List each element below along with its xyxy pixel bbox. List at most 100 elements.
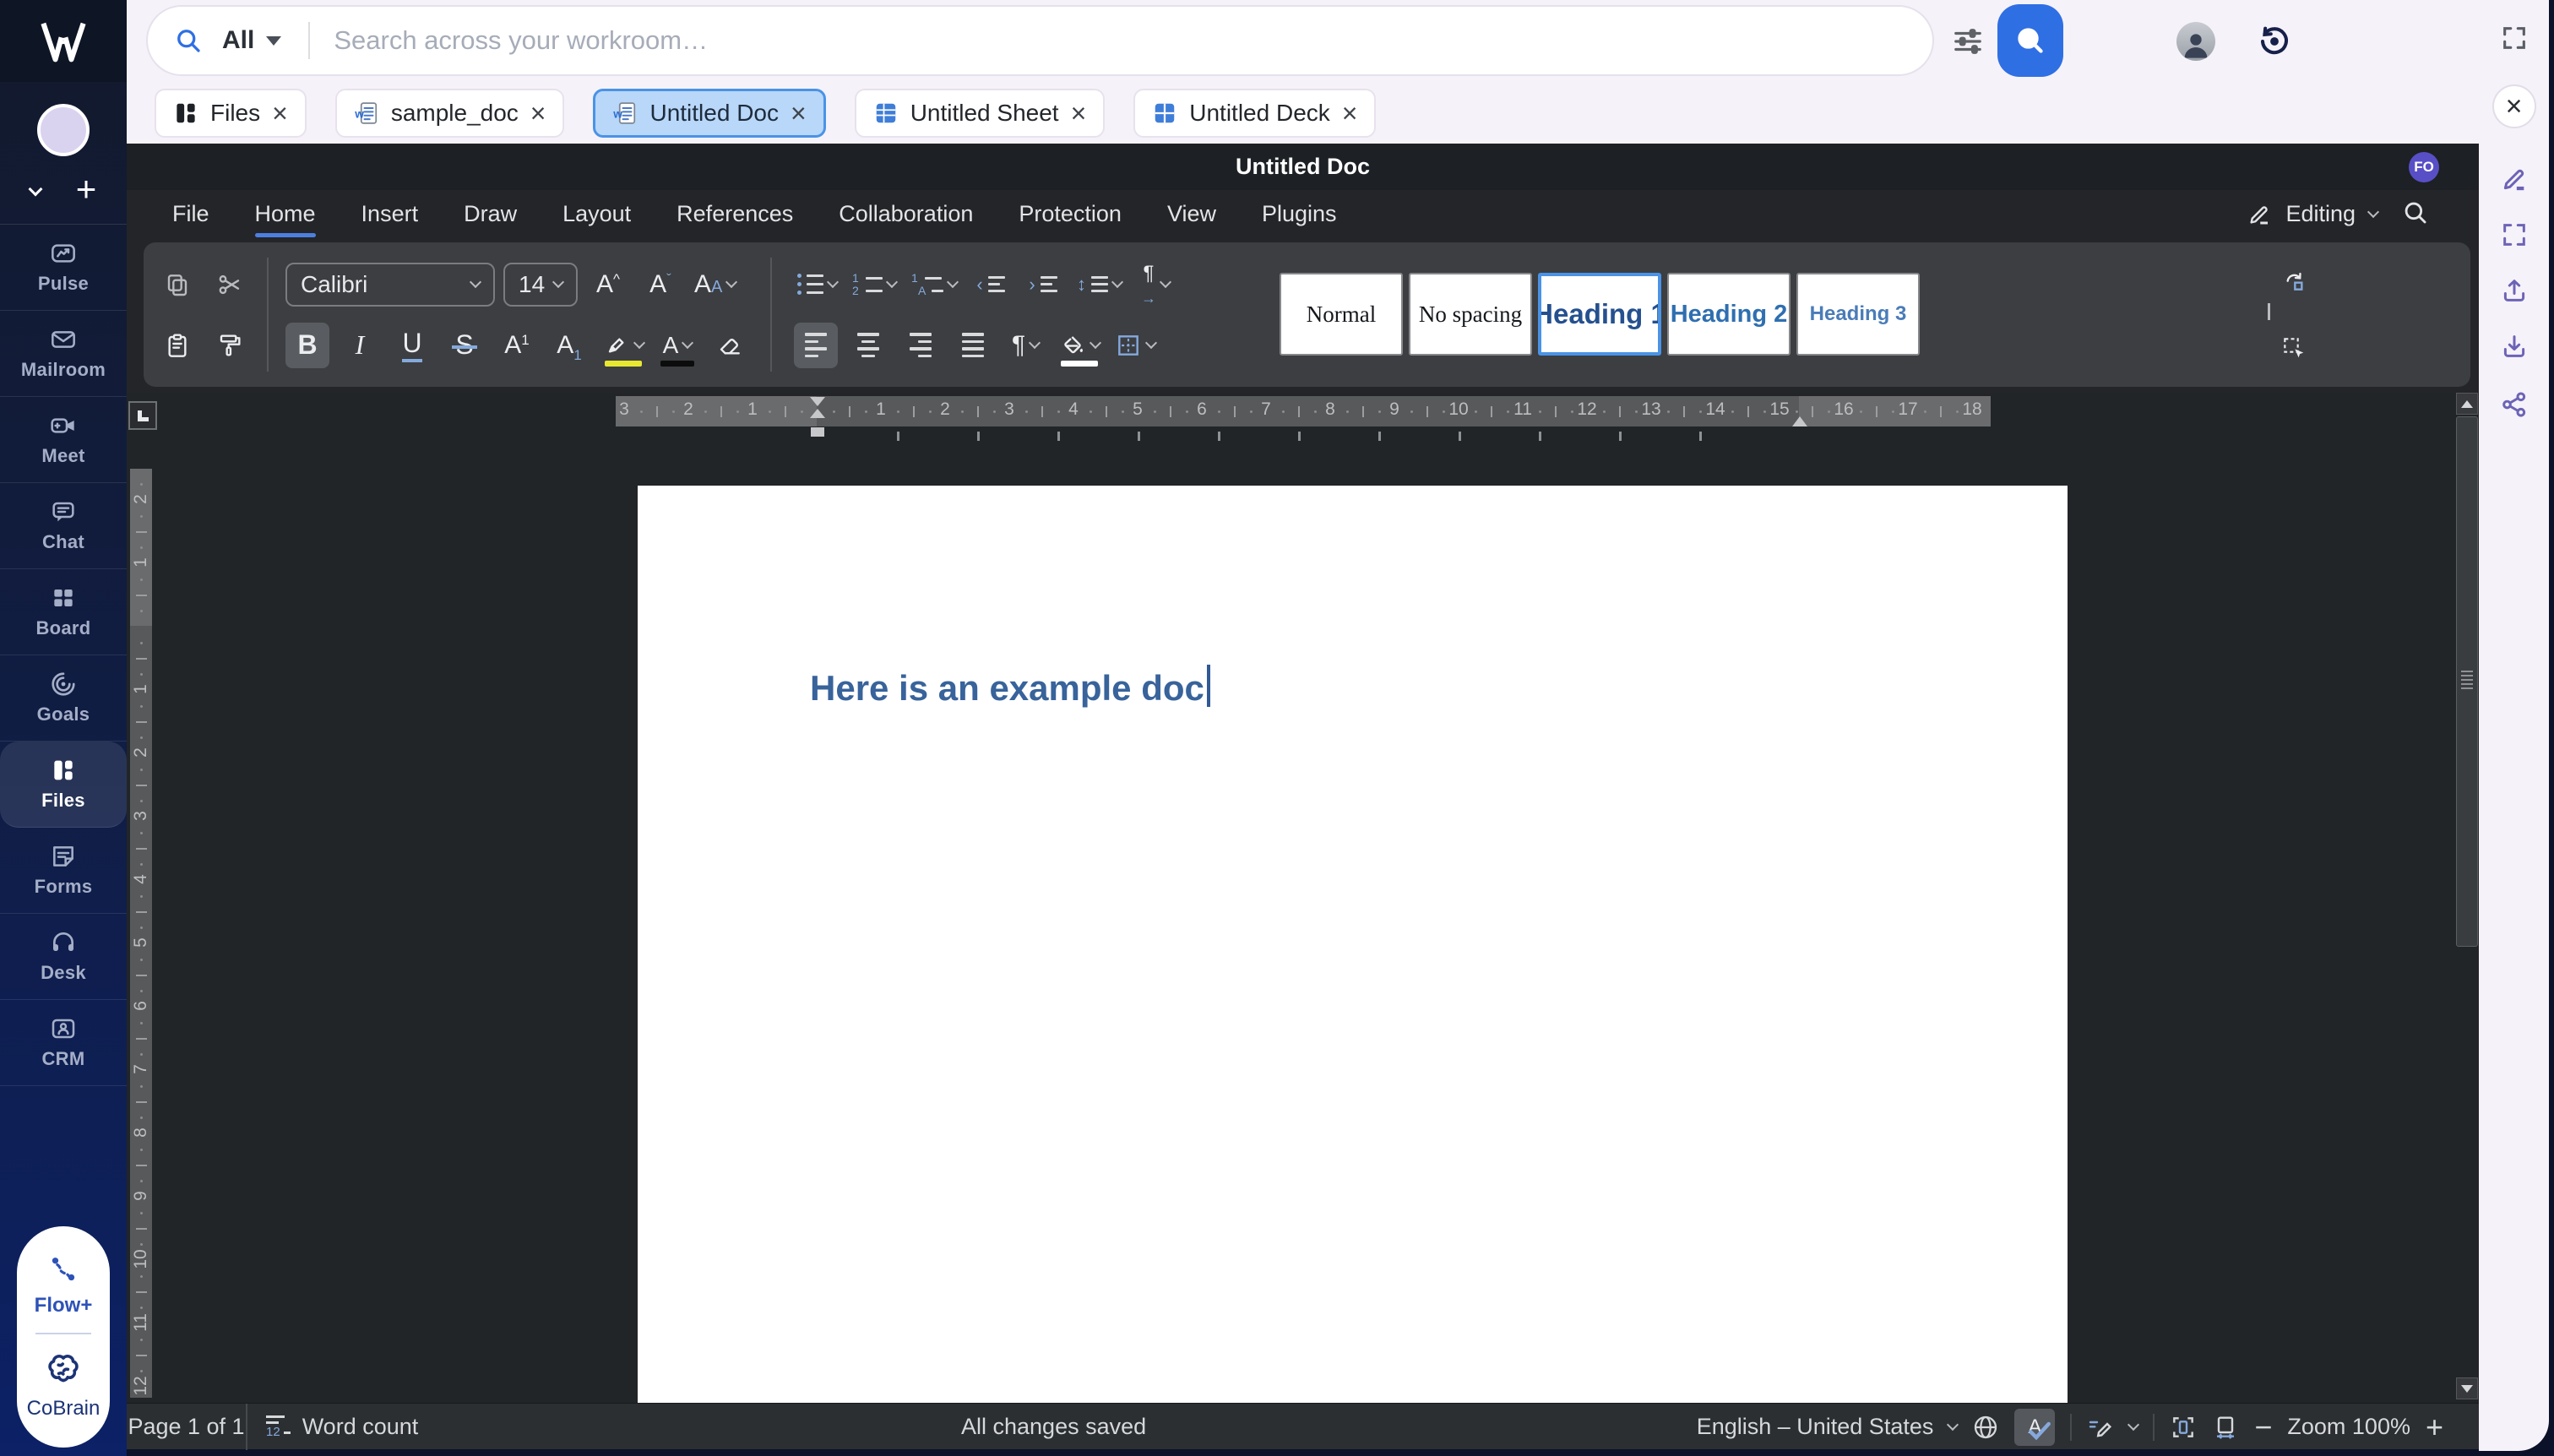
sidebar-item-meet[interactable]: Meet bbox=[0, 397, 127, 483]
fit-width-icon[interactable] bbox=[2212, 1414, 2239, 1441]
italic-button[interactable]: I bbox=[338, 323, 382, 368]
style-card-heading-1[interactable]: Heading 1 bbox=[1538, 273, 1661, 356]
tab-stop-selector[interactable] bbox=[128, 401, 157, 430]
increase-indent-button[interactable]: › bbox=[1021, 262, 1065, 307]
zoom-in-button[interactable]: + bbox=[2426, 1415, 2443, 1440]
justify-button[interactable] bbox=[951, 323, 995, 368]
workspace-switcher-chevron-icon[interactable] bbox=[28, 182, 42, 197]
tab-files[interactable]: Files × bbox=[155, 89, 307, 138]
font-size-select[interactable]: 14 bbox=[503, 263, 578, 307]
cut-button[interactable] bbox=[208, 262, 252, 307]
close-panel-button[interactable]: × bbox=[2492, 84, 2536, 128]
style-card-normal[interactable]: Normal bbox=[1280, 273, 1403, 356]
menu-item-protection[interactable]: Protection bbox=[1017, 198, 1123, 231]
history-button[interactable] bbox=[2255, 0, 2294, 82]
sidebar-item-flow-plus[interactable]: Flow+ bbox=[35, 1294, 93, 1317]
grow-font-button[interactable]: A^ bbox=[586, 262, 630, 307]
superscript-button[interactable]: A1 bbox=[495, 323, 539, 368]
menu-item-draw[interactable]: Draw bbox=[462, 198, 519, 231]
align-right-button[interactable] bbox=[899, 323, 943, 368]
line-spacing-button[interactable]: ↕ bbox=[1073, 262, 1125, 307]
tab-sample-doc[interactable]: w sample_doc × bbox=[335, 89, 565, 138]
spell-check-button[interactable]: A bbox=[2014, 1409, 2055, 1446]
search-scope-dropdown[interactable]: All bbox=[222, 26, 281, 55]
change-case-button[interactable]: AA bbox=[691, 262, 739, 307]
upload-button[interactable] bbox=[2500, 276, 2529, 309]
find-in-document-button[interactable] bbox=[2401, 198, 2430, 231]
paste-button[interactable] bbox=[155, 323, 199, 368]
menu-item-view[interactable]: View bbox=[1166, 198, 1218, 231]
tab-untitled-deck[interactable]: Untitled Deck × bbox=[1133, 89, 1376, 138]
paragraph-marks-button[interactable]: ¶ bbox=[1003, 323, 1047, 368]
font-color-button[interactable]: A bbox=[655, 323, 699, 368]
underline-button[interactable]: U bbox=[390, 323, 434, 368]
scrollbar-down-button[interactable] bbox=[2456, 1377, 2478, 1399]
search-input[interactable] bbox=[334, 25, 1600, 56]
sidebar-item-desk[interactable]: Desk bbox=[0, 914, 127, 1000]
hanging-indent-marker[interactable] bbox=[810, 409, 825, 418]
format-painter-button[interactable] bbox=[208, 323, 252, 368]
styles-gallery-expand-button[interactable] bbox=[2268, 303, 2270, 318]
fullscreen-doc-button[interactable] bbox=[2500, 220, 2529, 253]
menu-item-insert[interactable]: Insert bbox=[360, 198, 421, 231]
tab-sample-doc-close-icon[interactable]: × bbox=[530, 105, 546, 122]
edit-mode-button[interactable] bbox=[2500, 165, 2529, 198]
globe-icon[interactable] bbox=[1972, 1414, 1999, 1441]
select-button[interactable] bbox=[2272, 325, 2316, 371]
sidebar-item-files[interactable]: Files bbox=[0, 742, 127, 828]
strikethrough-button[interactable]: S bbox=[443, 323, 486, 368]
scrollbar-thumb[interactable] bbox=[2456, 416, 2478, 947]
subscript-button[interactable]: A1 bbox=[547, 323, 591, 368]
borders-button[interactable] bbox=[1111, 323, 1159, 368]
paragraph-direction-button[interactable]: ¶→ bbox=[1133, 262, 1177, 307]
clear-formatting-button[interactable] bbox=[708, 323, 752, 368]
sidebar-item-board[interactable]: Board bbox=[0, 569, 127, 655]
cobrain-icon[interactable] bbox=[44, 1350, 83, 1388]
align-left-button[interactable] bbox=[794, 323, 838, 368]
sidebar-item-chat[interactable]: Chat bbox=[0, 483, 127, 569]
sidebar-item-forms[interactable]: Forms bbox=[0, 828, 127, 914]
sidebar-item-goals[interactable]: Goals bbox=[0, 655, 127, 742]
highlight-color-button[interactable] bbox=[600, 323, 647, 368]
mode-dropdown[interactable]: Editing bbox=[2247, 190, 2377, 238]
tab-untitled-doc[interactable]: w Untitled Doc × bbox=[593, 89, 825, 138]
bold-button[interactable]: B bbox=[285, 323, 329, 368]
sidebar-item-crm[interactable]: CRM bbox=[0, 1000, 127, 1086]
numbered-list-button[interactable]: 12 bbox=[849, 262, 899, 307]
multilevel-list-button[interactable]: 1A bbox=[908, 262, 960, 307]
download-button[interactable] bbox=[2500, 332, 2529, 365]
sidebar-item-cobrain[interactable]: CoBrain bbox=[27, 1397, 101, 1421]
language-selector[interactable]: English – United States bbox=[1697, 1414, 1934, 1440]
menu-item-references[interactable]: References bbox=[675, 198, 795, 231]
style-card-heading-2[interactable]: Heading 2 bbox=[1667, 273, 1791, 356]
style-card-no-spacing[interactable]: No spacing bbox=[1409, 273, 1532, 356]
font-name-select[interactable]: Calibri bbox=[285, 263, 495, 307]
tab-untitled-deck-close-icon[interactable]: × bbox=[1342, 105, 1358, 122]
menu-item-home[interactable]: Home bbox=[253, 198, 318, 231]
track-changes-icon[interactable] bbox=[2087, 1414, 2114, 1441]
shading-button[interactable] bbox=[1056, 323, 1103, 368]
fullscreen-app-button[interactable] bbox=[2500, 24, 2529, 57]
menu-item-file[interactable]: File bbox=[171, 198, 211, 231]
user-avatar[interactable] bbox=[2176, 0, 2215, 82]
scrollbar-up-button[interactable] bbox=[2456, 393, 2478, 415]
add-workspace-button[interactable]: + bbox=[76, 177, 97, 202]
bullet-list-button[interactable] bbox=[794, 262, 840, 307]
document-page[interactable]: Here is an example doc bbox=[638, 486, 2068, 1403]
collaborator-badge[interactable]: FO bbox=[2409, 152, 2439, 182]
decrease-indent-button[interactable]: ‹ bbox=[969, 262, 1013, 307]
workspace-avatar[interactable] bbox=[37, 104, 90, 156]
tab-untitled-doc-close-icon[interactable]: × bbox=[791, 105, 807, 122]
replace-button[interactable] bbox=[2272, 259, 2316, 305]
tab-untitled-sheet-close-icon[interactable]: × bbox=[1071, 105, 1087, 122]
search-submit-button[interactable] bbox=[1997, 4, 2063, 77]
align-center-button[interactable] bbox=[846, 323, 890, 368]
search-filters-button[interactable] bbox=[1951, 0, 1985, 82]
workspace-logo[interactable] bbox=[0, 0, 127, 82]
menu-item-plugins[interactable]: Plugins bbox=[1260, 198, 1339, 231]
share-button[interactable] bbox=[2500, 390, 2529, 423]
word-count-button[interactable]: 12 Word count bbox=[266, 1414, 418, 1440]
zoom-out-button[interactable]: − bbox=[2254, 1415, 2272, 1440]
tab-untitled-sheet[interactable]: Untitled Sheet × bbox=[855, 89, 1106, 138]
page-indicator[interactable]: Page 1 of 1 bbox=[127, 1404, 247, 1450]
